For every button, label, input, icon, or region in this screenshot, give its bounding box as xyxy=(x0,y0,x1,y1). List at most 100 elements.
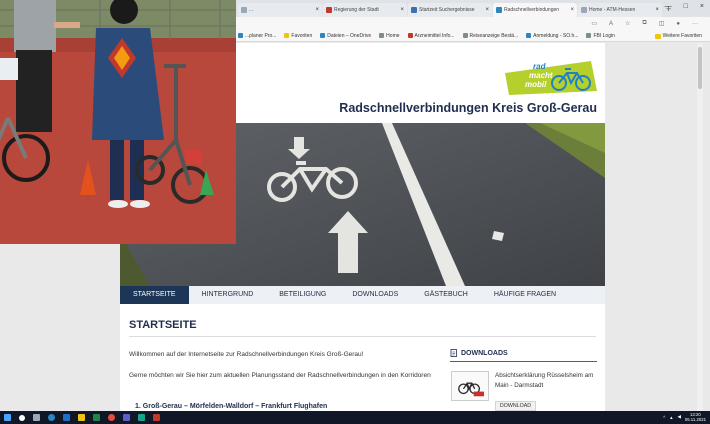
folder-icon xyxy=(654,33,661,39)
intro-text: Gerne möchten wir Sie hier zum aktuellen… xyxy=(129,372,431,379)
nav-item[interactable]: HÄUFIGE FRAGEN xyxy=(481,286,569,304)
acrobat-icon[interactable] xyxy=(153,414,160,421)
welcome-text: Willkommen auf der Internetseite zur Rad… xyxy=(129,351,364,358)
photo-cycling-training xyxy=(0,0,236,244)
file-explorer-icon[interactable] xyxy=(78,414,85,421)
collections-icon[interactable]: ⧉ xyxy=(642,20,646,27)
favorite-label: Favoriten xyxy=(291,32,313,39)
logo-word-mobil: mobil xyxy=(525,80,547,89)
favorite-label: FBI Login xyxy=(593,32,615,39)
downloads-heading-label: DOWNLOADS xyxy=(461,349,508,357)
site-title: Radschnellverbindungen Kreis Groß-Gerau xyxy=(339,101,597,115)
system-tray: ^ ▲ ◀ 13:20 05.11.2021 xyxy=(663,412,706,422)
tab-favicon xyxy=(496,7,502,13)
favorite-link[interactable]: Reiseanzeige Bestä... xyxy=(462,32,519,39)
maximize-button[interactable]: □ xyxy=(684,3,688,10)
title-divider xyxy=(129,336,596,337)
task-view-icon[interactable] xyxy=(33,414,40,421)
favorite-label: Arzneimittel Info... xyxy=(414,32,455,39)
download-thumbnail[interactable] xyxy=(451,371,489,401)
windows-start-icon[interactable] xyxy=(4,414,11,421)
tab-label: ... xyxy=(249,7,254,13)
other-favorites[interactable]: Weitere Favoriten xyxy=(654,33,702,39)
logo-word-macht: macht xyxy=(529,71,553,80)
tab-favicon xyxy=(326,7,332,13)
tab-favicon xyxy=(581,7,587,13)
reading-view-icon[interactable]: ▭ xyxy=(591,20,597,27)
favorite-link[interactable]: Arzneimittel Info... xyxy=(407,32,455,39)
browser-tab[interactable]: Startzeit Suchergebnisse × xyxy=(408,3,492,17)
favorite-star-icon[interactable]: ☆ xyxy=(625,20,630,27)
favorite-label: Dateien – OneDrive xyxy=(327,32,372,39)
tab-favicon xyxy=(241,7,247,13)
close-tab-icon[interactable]: × xyxy=(485,7,489,13)
download-button[interactable]: DOWNLOAD xyxy=(495,401,536,411)
tab-label: Startzeit Suchergebnisse xyxy=(419,7,475,13)
favorite-link[interactable]: FBI Login xyxy=(586,32,615,39)
favorite-link[interactable]: ...planer Pro... xyxy=(238,33,276,39)
close-tab-icon[interactable]: × xyxy=(655,7,659,13)
favorite-label: Home xyxy=(386,32,400,39)
profile-icon[interactable]: ● xyxy=(676,21,680,27)
windows-taskbar: ^ ▲ ◀ 13:20 05.11.2021 xyxy=(0,411,710,424)
tab-label: Regierung der Stadt xyxy=(334,7,379,13)
page-title: STARTSEITE xyxy=(129,319,197,331)
close-window-button[interactable]: × xyxy=(700,3,704,10)
downloads-heading: DOWNLOADS xyxy=(450,349,597,357)
close-tab-icon[interactable]: × xyxy=(570,7,574,13)
download-item-title[interactable]: Absichtserklärung Rüsselsheim am Main - … xyxy=(495,371,600,390)
tab-label: Radschnellverbindungen xyxy=(504,7,560,13)
read-aloud-icon[interactable]: A xyxy=(609,21,613,27)
tab-favicon xyxy=(411,7,417,13)
outlook-icon[interactable] xyxy=(63,414,70,421)
favorite-link[interactable]: Anmeldung - SO.h... xyxy=(526,33,578,39)
main-navigation: STARTSEITE HINTERGRUND BETEILIGUNG DOWNLOAD… xyxy=(120,286,605,304)
taskbar-clock[interactable]: 13:20 05.11.2021 xyxy=(685,412,706,422)
favorite-icon xyxy=(462,33,468,38)
site-logo[interactable]: rad macht mobil xyxy=(505,55,597,95)
browser-tab[interactable]: ... × xyxy=(238,3,322,17)
favorite-icon xyxy=(379,33,385,38)
scrollbar-thumb[interactable] xyxy=(698,47,702,89)
volume-icon[interactable]: ◀ xyxy=(678,414,681,420)
nav-item[interactable]: DOWNLOADS xyxy=(339,286,411,304)
teams-icon[interactable] xyxy=(123,414,130,421)
clock-date: 05.11.2021 xyxy=(684,417,706,422)
favorite-link[interactable]: Home xyxy=(379,32,400,39)
favorite-icon xyxy=(407,33,413,38)
excel-icon[interactable] xyxy=(93,414,100,421)
extensions-icon[interactable]: ◫ xyxy=(659,20,665,27)
downloads-divider xyxy=(450,361,597,362)
logo-word-rad: rad xyxy=(533,62,547,71)
more-menu-icon[interactable]: ··· xyxy=(692,21,698,27)
tab-label: Home - ATM-Hessen xyxy=(589,7,636,13)
tray-chevron-icon[interactable]: ^ xyxy=(663,415,665,420)
minimize-button[interactable]: — xyxy=(665,3,672,10)
favorite-icon xyxy=(526,33,532,38)
nav-item[interactable]: HINTERGRUND xyxy=(189,286,267,304)
corridor-list-item[interactable]: 1. Groß-Gerau – Mörfelden-Walldorf – Fra… xyxy=(135,403,327,410)
app-icon[interactable] xyxy=(138,414,145,421)
nav-item[interactable]: GÄSTEBUCH xyxy=(411,286,481,304)
edge-browser-icon[interactable] xyxy=(48,414,55,421)
favorite-link[interactable]: Favoriten xyxy=(284,33,312,39)
network-icon[interactable]: ▲ xyxy=(669,415,673,420)
browser-tab[interactable]: Home - ATM-Hessen × xyxy=(578,3,662,17)
favorite-label: ...planer Pro... xyxy=(245,32,277,39)
favorite-icon xyxy=(320,33,326,38)
favorite-link[interactable]: Dateien – OneDrive xyxy=(320,33,371,39)
browser-tab[interactable]: Regierung der Stadt × xyxy=(323,3,407,17)
favorite-label: Reiseanzeige Bestä... xyxy=(469,32,519,39)
chrome-icon[interactable] xyxy=(108,414,115,421)
page-scrollbar[interactable] xyxy=(697,43,703,412)
favorite-icon xyxy=(238,33,243,38)
favorite-icon xyxy=(586,33,592,38)
search-icon[interactable] xyxy=(19,414,25,421)
nav-item[interactable]: STARTSEITE xyxy=(120,286,189,304)
other-favorites-label: Weitere Favoriten xyxy=(662,33,702,39)
nav-item[interactable]: BETEILIGUNG xyxy=(266,286,339,304)
close-tab-icon[interactable]: × xyxy=(315,7,319,13)
favorite-icon xyxy=(284,33,290,38)
browser-tab[interactable]: Radschnellverbindungen × xyxy=(493,3,577,17)
close-tab-icon[interactable]: × xyxy=(400,7,404,13)
